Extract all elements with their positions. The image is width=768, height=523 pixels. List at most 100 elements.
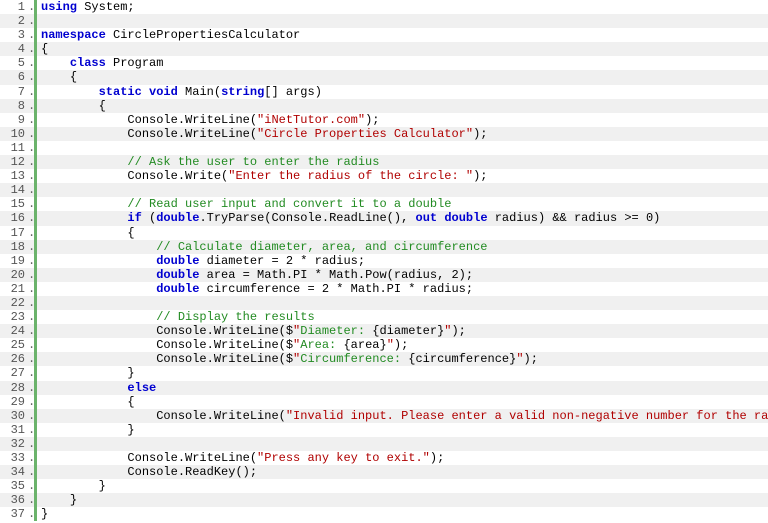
code-content: Console.WriteLine("iNetTutor.com"); (41, 113, 768, 127)
token-ifstr: Circumference: (300, 352, 408, 366)
code-content: Console.Write("Enter the radius of the c… (41, 169, 768, 183)
change-marker (34, 70, 37, 84)
line-number: 14 (0, 183, 28, 197)
code-content: double circumference = 2 * Math.PI * rad… (41, 282, 768, 296)
line-number: 28 (0, 381, 28, 395)
code-line: 36. } (0, 493, 768, 507)
change-marker (34, 211, 37, 225)
line-number: 4 (0, 42, 28, 56)
token-kw: double (156, 268, 199, 282)
token-kw: double (444, 211, 487, 225)
change-marker (34, 141, 37, 155)
code-line: 16. if (double.TryParse(Console.ReadLine… (0, 211, 768, 225)
change-marker (34, 395, 37, 409)
token-plain: Console.WriteLine( (127, 451, 257, 465)
code-content: } (41, 479, 768, 493)
token-kw: out (416, 211, 438, 225)
code-line: 33. Console.WriteLine("Press any key to … (0, 451, 768, 465)
token-plain: Console.ReadKey(); (127, 465, 257, 479)
change-marker (34, 310, 37, 324)
code-content: double diameter = 2 * radius; (41, 254, 768, 268)
line-number: 35 (0, 479, 28, 493)
change-marker (34, 338, 37, 352)
change-marker (34, 437, 37, 451)
token-plain: {diameter} (372, 324, 444, 338)
token-cm: // Ask the user to enter the radius (127, 155, 379, 169)
line-number: 13 (0, 169, 28, 183)
line-number: 3 (0, 28, 28, 42)
token-plain: } (70, 493, 77, 507)
line-number: 10 (0, 127, 28, 141)
token-plain: Console.WriteLine($ (156, 352, 293, 366)
line-number: 22 (0, 296, 28, 310)
token-plain: radius) && radius >= 0) (488, 211, 661, 225)
code-line: 30. Console.WriteLine("Invalid input. Pl… (0, 409, 768, 423)
token-cm: // Read user input and convert it to a d… (127, 197, 451, 211)
line-number: 19 (0, 254, 28, 268)
change-marker (34, 0, 37, 14)
change-marker (34, 56, 37, 70)
code-line: 15. // Read user input and convert it to… (0, 197, 768, 211)
code-line: 37.} (0, 507, 768, 521)
change-marker (34, 240, 37, 254)
code-line: 23. // Display the results (0, 310, 768, 324)
code-line: 1.using System; (0, 0, 768, 14)
change-marker (34, 352, 37, 366)
token-plain: ); (430, 451, 444, 465)
code-line: 6. { (0, 70, 768, 84)
token-plain: } (127, 366, 134, 380)
code-line: 13. Console.Write("Enter the radius of t… (0, 169, 768, 183)
token-plain: Main( (178, 85, 221, 99)
code-content: { (41, 395, 768, 409)
code-content: namespace CirclePropertiesCalculator (41, 28, 768, 42)
code-content: { (41, 226, 768, 240)
line-number: 29 (0, 395, 28, 409)
token-plain: { (127, 395, 134, 409)
code-content: { (41, 99, 768, 113)
code-content: } (41, 423, 768, 437)
code-line: 2. (0, 14, 768, 28)
code-content: if (double.TryParse(Console.ReadLine(), … (41, 211, 768, 225)
change-marker (34, 282, 37, 296)
code-line: 35. } (0, 479, 768, 493)
change-marker (34, 113, 37, 127)
code-content: } (41, 493, 768, 507)
change-marker (34, 324, 37, 338)
token-str: "Circle Properties Calculator" (257, 127, 473, 141)
line-number: 18 (0, 240, 28, 254)
token-plain: .TryParse(Console.ReadLine(), (199, 211, 415, 225)
code-content: { (41, 70, 768, 84)
token-plain: ); (473, 169, 487, 183)
code-content: // Read user input and convert it to a d… (41, 197, 768, 211)
change-marker (34, 507, 37, 521)
line-number: 27 (0, 366, 28, 380)
change-marker (34, 423, 37, 437)
token-plain: Console.WriteLine($ (156, 338, 293, 352)
line-number: 20 (0, 268, 28, 282)
change-marker (34, 381, 37, 395)
token-plain: { (99, 99, 106, 113)
token-plain: circumference = 2 * Math.PI * radius; (199, 282, 473, 296)
token-plain: Console.WriteLine( (127, 127, 257, 141)
code-line: 12. // Ask the user to enter the radius (0, 155, 768, 169)
line-number: 17 (0, 226, 28, 240)
change-marker (34, 226, 37, 240)
change-marker (34, 42, 37, 56)
code-content: } (41, 507, 768, 521)
token-str: "Invalid input. Please enter a valid non… (286, 409, 768, 423)
token-kw: double (156, 254, 199, 268)
token-plain: { (127, 226, 134, 240)
token-cm: // Calculate diameter, area, and circumf… (156, 240, 487, 254)
line-number: 7 (0, 85, 28, 99)
code-content: Console.WriteLine("Circle Properties Cal… (41, 127, 768, 141)
line-number: 6 (0, 70, 28, 84)
token-plain: Console.Write( (127, 169, 228, 183)
line-number: 30 (0, 409, 28, 423)
token-kw: if (127, 211, 141, 225)
token-str: " (516, 352, 523, 366)
code-line: 31. } (0, 423, 768, 437)
token-str: "iNetTutor.com" (257, 113, 365, 127)
code-line: 27. } (0, 366, 768, 380)
token-kw: static (99, 85, 142, 99)
code-line: 29. { (0, 395, 768, 409)
